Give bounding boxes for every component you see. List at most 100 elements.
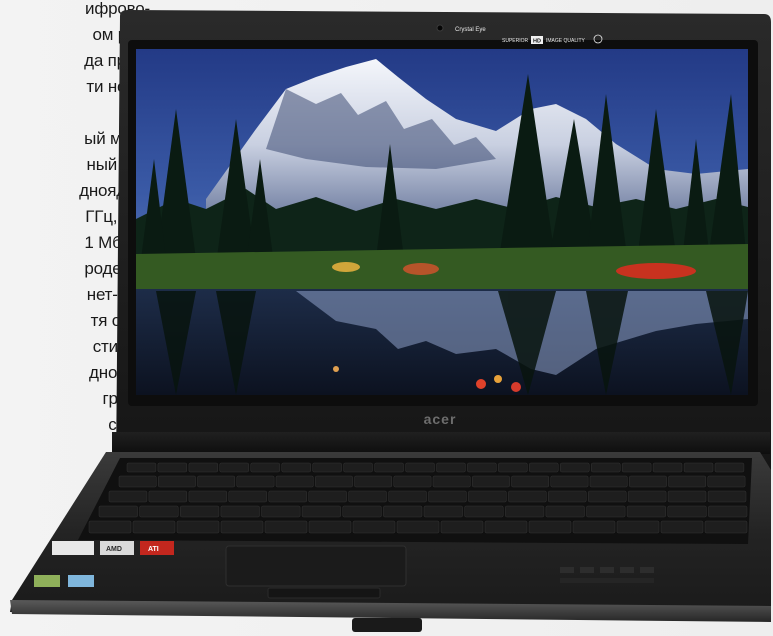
keyboard-key [250, 462, 280, 473]
keyboard-key [219, 462, 249, 473]
keyboard-key [588, 490, 627, 503]
keyboard-key [188, 462, 219, 473]
keyboard-key [197, 475, 236, 488]
keyboard-key [472, 475, 510, 488]
keyboard-key [621, 462, 652, 473]
keyboard-key [714, 462, 745, 473]
keyboard-key [264, 520, 308, 534]
keyboard-key [591, 462, 621, 473]
keyboard-key [393, 475, 432, 488]
keyboard-key [388, 490, 427, 503]
keyboard-key [548, 490, 587, 503]
keyboard-key [139, 505, 179, 518]
keyboard-key [505, 505, 545, 518]
keyboard-key [352, 520, 396, 534]
keyboard-key [572, 520, 616, 534]
orange-flowers [403, 263, 439, 275]
touchpad-buttons [267, 587, 381, 599]
keyboard-key [98, 505, 138, 518]
keyboard-key [148, 490, 188, 503]
keyboard-key [545, 505, 585, 518]
keyboard-key [158, 475, 196, 488]
keyboard-key [132, 520, 176, 534]
brand-logo: acer [424, 411, 457, 427]
keyboard-key [464, 505, 504, 518]
keyboard-key [468, 490, 507, 503]
keyboard-key [312, 462, 342, 473]
keyboard-key [484, 520, 528, 534]
keyboard-key [629, 475, 667, 488]
hinge [112, 432, 770, 454]
screen-wallpaper [136, 49, 748, 395]
keyboard-key [308, 490, 347, 503]
keyboard-key [157, 462, 188, 473]
webcam-icon [436, 24, 444, 32]
keyboard-key [261, 505, 301, 518]
keyboard-key [704, 520, 748, 534]
keyboard-key [668, 475, 707, 488]
keyboard-key [176, 520, 220, 534]
keyboard-key [315, 475, 353, 488]
keyboard-key [281, 462, 311, 473]
keyboard-key [589, 475, 628, 488]
keyboard-key [423, 505, 463, 518]
keyboard-key [88, 520, 132, 534]
webcam-label: Crystal Eye [455, 27, 486, 33]
keyboard-key [626, 505, 666, 518]
keyboard-key [383, 505, 423, 518]
keyboard-key [108, 490, 148, 503]
keyboard-key [707, 475, 746, 488]
keyboard-key [428, 490, 467, 503]
keyboard-key [220, 520, 264, 534]
keyboard-key [667, 505, 707, 518]
keyboard-key [405, 462, 435, 473]
keyboard-key [118, 475, 157, 488]
keyboard-key [440, 520, 484, 534]
keyboard-key [627, 490, 667, 503]
keyboard-key [236, 475, 275, 488]
touchpad [225, 545, 407, 587]
keyboard-key [354, 475, 393, 488]
sticker-ati-label: ATI [148, 546, 159, 553]
hd-badge-hd: HD [533, 39, 541, 45]
keyboard-key [228, 490, 267, 503]
keyboard-key [436, 462, 466, 473]
keyboard-key [498, 462, 528, 473]
keyboard-key [708, 505, 748, 518]
keyboard-key [180, 505, 220, 518]
yellow-flowers [332, 262, 360, 272]
sticker-windows [52, 541, 94, 555]
sticker-amd-label: AMD [106, 546, 122, 553]
keyboard-key [707, 490, 747, 503]
keyboard-key [432, 475, 471, 488]
hd-badge-superior: SUPERIOR [502, 38, 529, 44]
keyboard-key [529, 462, 559, 473]
keyboard-key [343, 462, 373, 473]
keyboard-key [550, 475, 589, 488]
keyboard-key [528, 520, 572, 534]
keyboard-key [508, 490, 547, 503]
keyboard-key [467, 462, 497, 473]
sticker-small [68, 575, 94, 587]
keyboard-key [301, 505, 341, 518]
keyboard-key [667, 490, 707, 503]
keyboard-key [586, 505, 626, 518]
red-flowers [616, 263, 696, 279]
keyboard-key [220, 505, 260, 518]
front-latch [352, 618, 422, 632]
keyboard-key [396, 520, 440, 534]
keyboard-key [683, 462, 714, 473]
keyboard-key [616, 520, 660, 534]
keyboard-key [275, 475, 314, 488]
keyboard-key [342, 505, 382, 518]
keyboard-key [560, 462, 590, 473]
keyboard-key [660, 520, 704, 534]
sticker-energy [34, 575, 60, 587]
keyboard-key [126, 462, 157, 473]
keyboard-key [308, 520, 352, 534]
keyboard-key [652, 462, 683, 473]
keyboard-key [374, 462, 404, 473]
keyboard-key [511, 475, 550, 488]
hd-badge-image-quality: IMAGE QUALITY [546, 38, 586, 44]
keyboard-key [268, 490, 307, 503]
